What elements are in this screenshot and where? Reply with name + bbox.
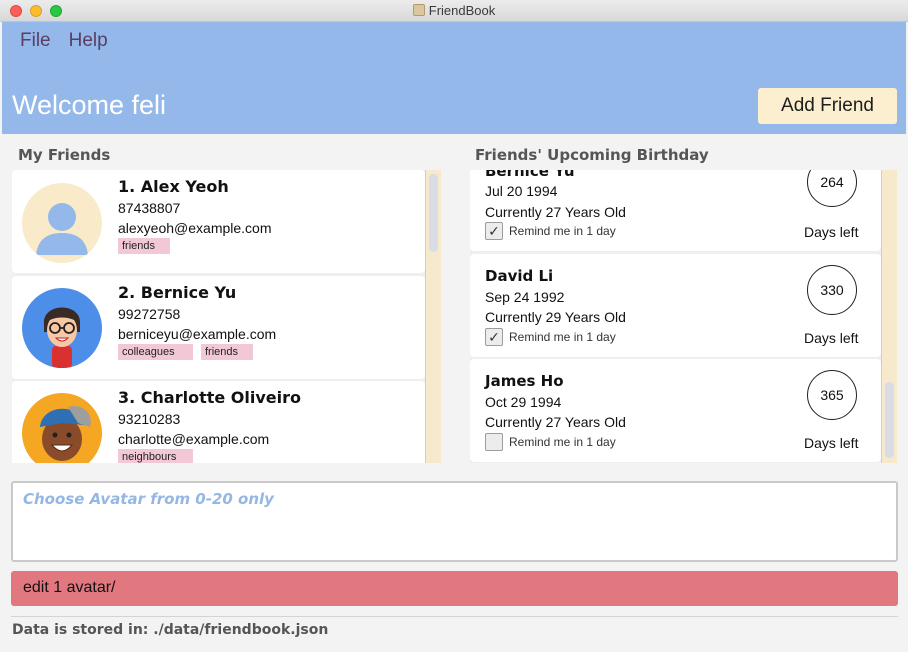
menu-help[interactable]: Help (69, 30, 108, 52)
birthday-section-title: Friends' Upcoming Birthday (475, 146, 709, 164)
window-title: FriendBook (428, 3, 496, 18)
friend-name: 3. Charlotte Oliveiro (118, 388, 302, 407)
welcome-text: Welcome feli (12, 90, 167, 120)
friend-tag: colleagues (118, 344, 193, 360)
command-box[interactable]: edit 1 avatar/ (11, 571, 898, 606)
friend-phone: 93210283 (118, 411, 181, 427)
days-left-value: 365 (820, 387, 844, 403)
remind-label: Remind me in 1 day (509, 435, 616, 449)
birthday-age: Currently 29 Years Old (485, 309, 626, 325)
friends-section-title: My Friends (18, 146, 111, 164)
birthday-card: David Li Sep 24 1992 Currently 29 Years … (470, 254, 881, 357)
remind-checkbox[interactable] (485, 433, 503, 451)
friend-email: charlotte@example.com (118, 431, 270, 447)
title-bar: FriendBook (0, 0, 908, 22)
friend-tags: colleagues friends (118, 344, 253, 360)
days-left-value: 264 (820, 174, 844, 190)
command-input[interactable]: edit 1 avatar/ (23, 579, 116, 597)
days-left-circle: 365 (807, 370, 857, 420)
friend-email: berniceyu@example.com (118, 326, 277, 342)
friend-name: 2. Bernice Yu (118, 283, 237, 302)
friends-list[interactable]: 1. Alex Yeoh 87438807 alexyeoh@example.c… (12, 170, 425, 463)
app-icon (412, 4, 425, 16)
status-divider (11, 616, 898, 617)
status-bar-text: Data is stored in: ./data/friendbook.jso… (12, 622, 329, 638)
friend-phone: 87438807 (118, 200, 181, 216)
birthday-card: Bernice Yu Jul 20 1994 Currently 27 Year… (470, 170, 881, 251)
birthday-scrollbar[interactable] (881, 170, 897, 463)
birthday-name: David Li (485, 267, 554, 285)
days-left-circle: 264 (807, 170, 857, 207)
remind-label: Remind me in 1 day (509, 224, 616, 238)
birthday-date: Jul 20 1994 (485, 183, 558, 199)
days-left-label: Days left (804, 435, 859, 451)
window-title-wrap: FriendBook (0, 3, 908, 18)
friends-scrollbar[interactable] (425, 170, 441, 463)
friend-email: alexyeoh@example.com (118, 220, 272, 236)
remind-option[interactable]: ✓ Remind me in 1 day (485, 328, 616, 346)
friend-card[interactable]: 2. Bernice Yu 99272758 berniceyu@example… (12, 276, 425, 379)
friend-tags: friends (118, 238, 170, 254)
menu-bar: File Help (20, 30, 108, 52)
remind-option[interactable]: ✓ Remind me in 1 day (485, 222, 616, 240)
friends-scroll-thumb[interactable] (429, 174, 438, 252)
birthday-scroll-thumb[interactable] (885, 382, 894, 458)
days-left-label: Days left (804, 224, 859, 240)
default-avatar-icon (22, 183, 102, 263)
friend-tag: friends (201, 344, 253, 360)
remind-label: Remind me in 1 day (509, 330, 616, 344)
birthday-name: Bernice Yu (485, 170, 575, 180)
friend-card[interactable]: 1. Alex Yeoh 87438807 alexyeoh@example.c… (12, 170, 425, 273)
days-left-value: 330 (820, 282, 844, 298)
menu-file[interactable]: File (20, 30, 51, 52)
days-left-circle: 330 (807, 265, 857, 315)
friend-tag: neighbours (118, 449, 193, 463)
remind-checkbox[interactable]: ✓ (485, 328, 503, 346)
friend-tag: friends (118, 238, 170, 254)
days-left-label: Days left (804, 330, 859, 346)
cap-boy-avatar-icon (22, 393, 102, 463)
friend-name: 1. Alex Yeoh (118, 177, 229, 196)
remind-checkbox[interactable]: ✓ (485, 222, 503, 240)
glasses-girl-avatar-icon (22, 288, 102, 368)
birthday-card: James Ho Oct 29 1994 Currently 27 Years … (470, 359, 881, 462)
result-message: Choose Avatar from 0-20 only (23, 490, 274, 508)
birthday-age: Currently 27 Years Old (485, 204, 626, 220)
birthday-date: Sep 24 1992 (485, 289, 565, 305)
add-friend-button[interactable]: Add Friend (758, 88, 897, 124)
birthday-list[interactable]: Bernice Yu Jul 20 1994 Currently 27 Year… (470, 170, 881, 463)
result-display: Choose Avatar from 0-20 only (11, 481, 898, 562)
friend-card[interactable]: 3. Charlotte Oliveiro 93210283 charlotte… (12, 381, 425, 463)
friend-phone: 99272758 (118, 306, 181, 322)
birthday-name: James Ho (485, 372, 564, 390)
header: File Help Welcome feli Add Friend (2, 22, 906, 134)
birthday-date: Oct 29 1994 (485, 394, 562, 410)
birthday-age: Currently 27 Years Old (485, 414, 626, 430)
friend-tags: neighbours (118, 449, 193, 463)
remind-option[interactable]: Remind me in 1 day (485, 433, 616, 451)
